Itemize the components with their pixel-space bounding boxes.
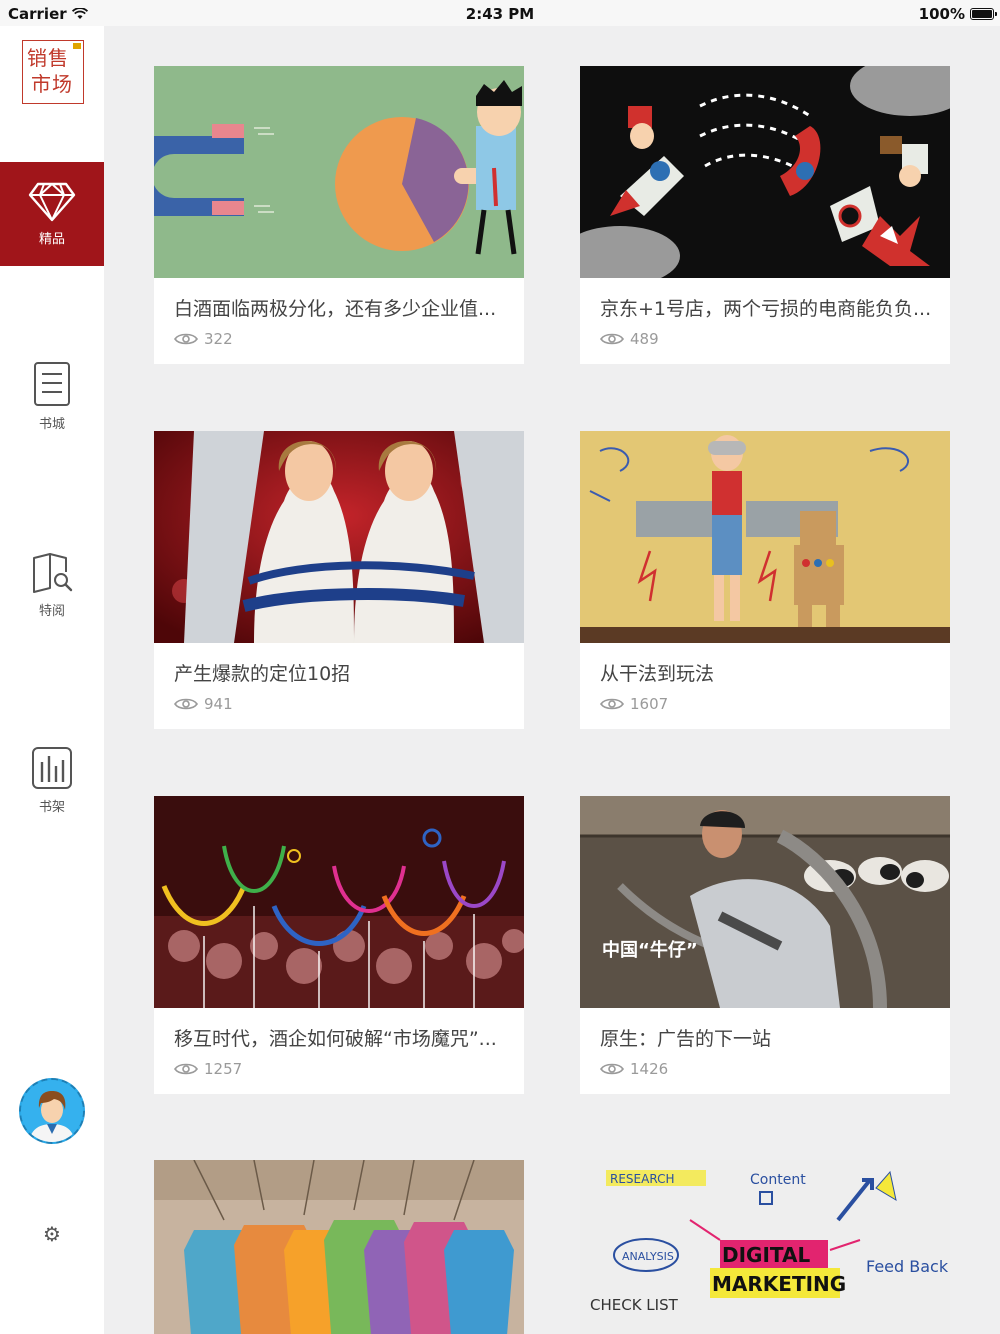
sidebar-item-label: 书架	[38, 799, 65, 815]
status-bar: Carrier 2:43 PM 100%	[0, 0, 1000, 26]
cover-word-analysis: ANALYSIS	[622, 1250, 674, 1263]
view-count: 489	[600, 330, 659, 348]
gear-icon: ⚙	[43, 1222, 61, 1246]
article-title: 京东+1号店，两个亏损的电商能负负...	[600, 298, 932, 320]
sidebar-item-bookshelf[interactable]: 书架	[0, 728, 104, 832]
view-count: 1257	[174, 1060, 242, 1078]
view-count-value: 1257	[204, 1060, 243, 1078]
article-card[interactable]: 产生爆款的定位10招 941	[154, 431, 524, 729]
view-count: 1607	[600, 695, 668, 713]
view-count: 1426	[600, 1060, 668, 1078]
battery-indicator: 100%	[918, 5, 997, 23]
view-count-value: 322	[204, 330, 233, 348]
sidebar-item-special-reading[interactable]: 特阅	[0, 532, 104, 636]
avatar-icon	[21, 1080, 83, 1142]
battery-icon	[970, 8, 997, 20]
book-search-icon	[33, 552, 73, 593]
settings-button[interactable]: ⚙	[40, 1222, 64, 1246]
article-card[interactable]: 从干法到玩法 1607	[580, 431, 950, 729]
eye-icon	[174, 698, 198, 710]
view-count: 941	[174, 695, 233, 713]
battery-percent: 100%	[918, 5, 965, 23]
cover-word-feedback: Feed Back	[866, 1257, 949, 1276]
article-card[interactable]: DIGITAL MARKETING RESEARCH Content ANALY…	[580, 1160, 950, 1334]
bookshelf-icon	[32, 746, 72, 789]
view-count-value: 489	[630, 330, 659, 348]
article-cover-image	[580, 431, 950, 643]
view-count: 322	[174, 330, 233, 348]
article-card[interactable]: 中国“牛仔” 原生：广告的下一站 1426	[580, 796, 950, 1094]
article-title: 原生：广告的下一站	[600, 1028, 772, 1050]
sidebar-item-label: 精品	[38, 231, 65, 247]
article-title: 产生爆款的定位10招	[174, 663, 351, 685]
view-count-value: 1607	[630, 695, 669, 713]
sidebar-item-label: 特阅	[38, 603, 65, 619]
article-title: 从干法到玩法	[600, 663, 715, 685]
sidebar-item-featured[interactable]: 精品	[0, 162, 104, 266]
sidebar: 销售 市场 精品 书城 特阅 书架 ⚙	[0, 26, 104, 1334]
eye-icon	[174, 1063, 198, 1075]
cover-word-research: RESEARCH	[610, 1172, 674, 1186]
cover-caption: 中国“牛仔”	[602, 940, 698, 961]
sidebar-item-bookstore[interactable]: 书城	[0, 344, 104, 448]
article-card[interactable]: 白酒面临两极分化，还有多少企业值... 322	[154, 66, 524, 364]
article-cover-image	[154, 66, 524, 278]
cover-word-marketing: MARKETING	[712, 1272, 846, 1296]
sidebar-item-label: 书城	[38, 416, 65, 432]
view-count-value: 941	[204, 695, 233, 713]
article-cover-image	[154, 431, 524, 643]
article-card[interactable]	[154, 1160, 524, 1334]
article-cover-image	[580, 66, 950, 278]
article-cover-image	[154, 1160, 524, 1334]
user-avatar[interactable]	[19, 1078, 85, 1144]
article-cover-image	[154, 796, 524, 1008]
article-card[interactable]: 京东+1号店，两个亏损的电商能负负... 489	[580, 66, 950, 364]
diamond-icon	[28, 182, 76, 221]
clock: 2:43 PM	[465, 5, 535, 23]
article-card[interactable]: 移互时代，酒企如何破解“市场魔咒”... 1257	[154, 796, 524, 1094]
eye-icon	[600, 1063, 624, 1075]
cover-word-checklist: CHECK LIST	[590, 1296, 679, 1314]
article-cover-image: DIGITAL MARKETING RESEARCH Content ANALY…	[580, 1160, 950, 1334]
eye-icon	[174, 333, 198, 345]
cover-word-content: Content	[750, 1172, 806, 1188]
eye-icon	[600, 698, 624, 710]
view-count-value: 1426	[630, 1060, 669, 1078]
article-title: 白酒面临两极分化，还有多少企业值...	[174, 298, 497, 320]
article-title: 移互时代，酒企如何破解“市场魔咒”...	[174, 1028, 497, 1050]
logo-tag	[73, 43, 81, 49]
app-logo[interactable]: 销售 市场	[22, 40, 84, 104]
logo-line-2: 市场	[31, 72, 73, 96]
eye-icon	[600, 333, 624, 345]
article-cover-image	[580, 796, 950, 1008]
cover-word-digital: DIGITAL	[722, 1243, 810, 1267]
document-icon	[34, 361, 70, 406]
